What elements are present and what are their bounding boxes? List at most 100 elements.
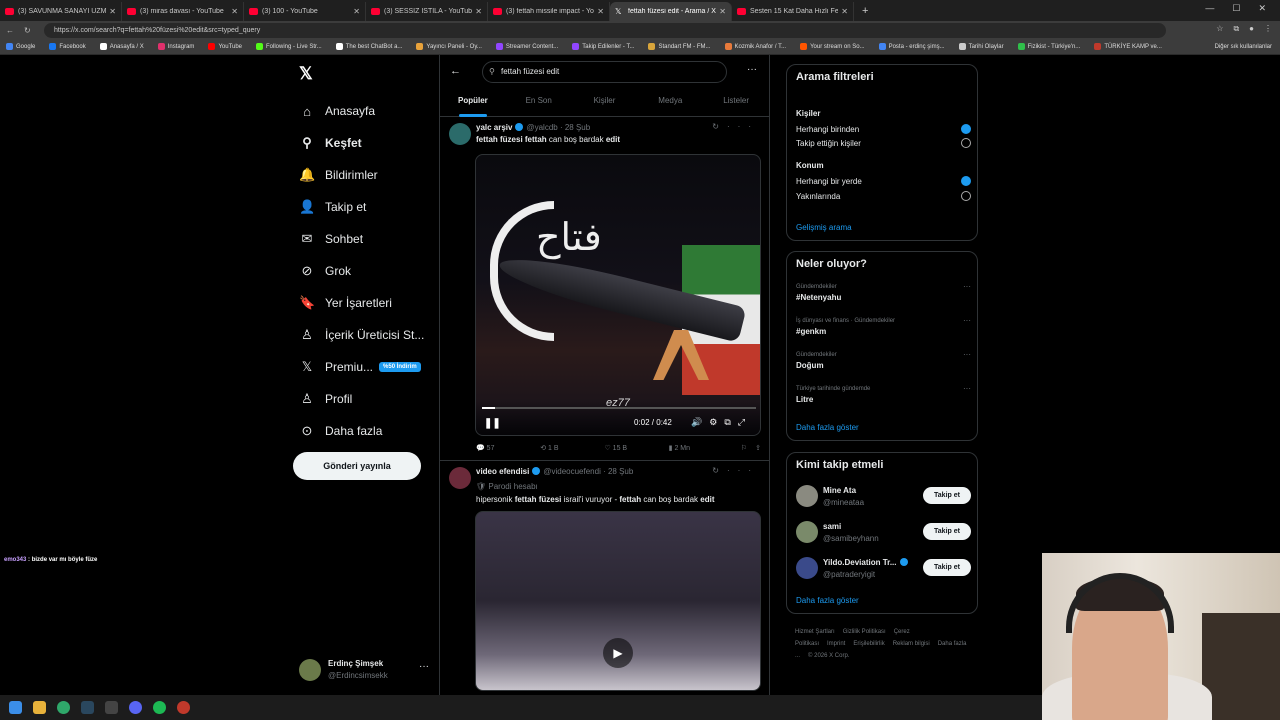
footer-link[interactable]: Hizmet Şartları (795, 629, 835, 635)
bookmark-item[interactable]: Following - Live Str... (256, 43, 322, 51)
radio-icon[interactable] (961, 191, 971, 201)
url-field[interactable]: https://x.com/search?q=fettah%20füzesi%2… (44, 23, 1166, 38)
footer-link[interactable]: Gizlilik Politikası (843, 629, 886, 635)
discord-icon[interactable] (129, 701, 142, 714)
other-bookmarks[interactable]: Diğer sık kullanılanlar (1215, 40, 1272, 54)
profile-avatar-icon[interactable]: ● (1249, 24, 1254, 34)
trend-item[interactable]: Gündemdekiler Doğum ··· (796, 350, 971, 370)
bookmark-item[interactable]: Anasayfa / X (99, 43, 144, 51)
filter-option[interactable]: Takip ettiğin kişiler (796, 138, 971, 148)
search-options-icon[interactable]: ··· (747, 64, 757, 75)
close-icon[interactable]: ✕ (719, 7, 726, 16)
close-icon[interactable]: ✕ (1258, 3, 1266, 14)
share-icon[interactable]: ⇪ (755, 444, 761, 452)
sidebar-item[interactable]: ⊘ Grok (299, 255, 439, 287)
account-switcher[interactable]: Erdinç Şimşek @Erdincsimsekk ··· (299, 657, 439, 685)
tweet-author[interactable]: yalc arşiv (476, 123, 512, 132)
bookmark-item[interactable]: Facebook (49, 43, 86, 51)
bookmark-item[interactable]: Fizikist - Türkiye'n... (1017, 43, 1080, 51)
back-icon[interactable]: ← (6, 26, 14, 35)
sidebar-item[interactable]: 🔔 Bildirimler (299, 159, 439, 191)
radio-icon[interactable] (961, 124, 971, 134)
reply-button[interactable]: 💬 57 (476, 444, 540, 452)
bookmark-item[interactable]: Takip Edilenler - T... (572, 43, 634, 51)
footer-link[interactable]: Imprint (827, 641, 845, 647)
bookmark-item[interactable]: Kozmik Anafor / T... (724, 43, 786, 51)
more-icon[interactable]: ··· (963, 350, 971, 359)
follow-suggestion[interactable]: sami @samibeyhann Takip et (796, 521, 971, 545)
search-tab[interactable]: Listeler (703, 89, 769, 116)
extensions-icon[interactable]: ⧉ (1233, 24, 1239, 34)
follow-button[interactable]: Takip et (923, 559, 971, 576)
back-arrow-icon[interactable]: ← (450, 65, 461, 77)
show-more-link[interactable]: Daha fazla göster (796, 423, 859, 432)
tweet-author[interactable]: video efendisi (476, 467, 529, 476)
file-explorer-icon[interactable] (33, 701, 46, 714)
sidebar-item[interactable]: 👤 Takip et (299, 191, 439, 223)
bookmark-item[interactable]: Streamer Content... (495, 43, 558, 51)
spotify-icon[interactable] (153, 701, 166, 714)
pause-icon[interactable]: ❚❚ (484, 418, 501, 429)
search-tab[interactable]: Kişiler (572, 89, 638, 116)
search-tab[interactable]: Medya (637, 89, 703, 116)
volume-icon[interactable]: 🔊 (691, 417, 709, 427)
footer-link[interactable]: Erişilebilirlik (853, 641, 884, 647)
settings-icon[interactable]: ⚙ (709, 417, 724, 427)
bookmark-item[interactable]: Instagram (157, 43, 194, 51)
sidebar-item[interactable]: ✉ Sohbet (299, 223, 439, 255)
maximize-icon[interactable]: ☐ (1232, 3, 1240, 14)
close-icon[interactable]: ✕ (109, 7, 116, 16)
grok-icon[interactable]: ↻ (712, 122, 727, 131)
radio-icon[interactable] (961, 138, 971, 148)
bookmark-item[interactable]: TÜRKİYE KAMP ve... (1094, 43, 1162, 51)
radio-icon[interactable] (961, 176, 971, 186)
video-player[interactable]: ▶ (475, 511, 761, 691)
show-more-link[interactable]: Daha fazla göster (796, 596, 859, 605)
search-tab[interactable]: Popüler (440, 89, 506, 117)
follow-suggestion[interactable]: Yildo.Deviation Tr... @patraderyigit Takip… (796, 557, 971, 581)
follow-button[interactable]: Takip et (923, 523, 971, 540)
steam-icon[interactable] (81, 701, 94, 714)
filter-option[interactable]: Yakınlarında (796, 191, 971, 201)
sidebar-item[interactable]: ♙ Profil (299, 383, 439, 415)
follow-button[interactable]: Takip et (923, 487, 971, 504)
windows-start-icon[interactable] (9, 701, 22, 714)
x-logo-icon[interactable]: 𝕏 (299, 64, 313, 84)
views-count[interactable]: ▮ 2 Mn (669, 444, 733, 452)
filter-option[interactable]: Herhangi birinden (796, 124, 971, 134)
footer-link[interactable]: Reklam bilgisi (893, 641, 930, 647)
bookmark-item[interactable]: Your stream on So... (800, 43, 865, 51)
filter-option[interactable]: Herhangi bir yerde (796, 176, 971, 186)
trend-item[interactable]: İş dünyası ve finans · Gündemdekiler #gen… (796, 316, 971, 336)
minimize-icon[interactable]: — (1205, 3, 1214, 14)
bookmark-icon[interactable]: ⚐ (741, 444, 747, 452)
app-icon[interactable] (177, 701, 190, 714)
video-player[interactable]: فتاح ez77 ❚❚ 0:02 / 0:42 🔊⚙⧉⤢ (475, 154, 761, 436)
browser-tab[interactable]: (3) fettah missile impact - YouTube✕ (488, 2, 610, 21)
close-icon[interactable]: ✕ (353, 7, 360, 16)
reload-icon[interactable]: ↻ (24, 26, 31, 35)
bookmark-item[interactable]: Yayıncı Paneli - Oy... (416, 43, 482, 51)
new-tab-button[interactable]: + (854, 2, 876, 21)
bookmark-item[interactable]: Tarihi Olaylar (958, 43, 1004, 51)
like-button[interactable]: ♡ 15 B (604, 444, 668, 452)
sidebar-item[interactable]: ⌂ Anasayfa (299, 95, 439, 127)
bookmark-item[interactable]: YouTube (208, 43, 242, 51)
browser-tab[interactable]: 𝕏fettah füzesi edit - Arama / X ✕ (610, 2, 732, 21)
browser-tab[interactable]: (3) SESSİZ İSTİLA - YouTube ✕ (366, 2, 488, 21)
more-icon[interactable]: ··· (727, 466, 759, 475)
search-tab[interactable]: En Son (506, 89, 572, 116)
grok-icon[interactable]: ↻ (712, 466, 727, 475)
play-icon[interactable]: ▶ (603, 638, 633, 668)
sidebar-item[interactable]: ♙ İçerik Üreticisi St... (299, 319, 439, 351)
more-icon[interactable]: ··· (963, 282, 971, 291)
progress-bar[interactable] (482, 407, 756, 409)
close-icon[interactable]: ✕ (597, 7, 604, 16)
more-icon[interactable]: ··· (963, 316, 971, 325)
advanced-search-link[interactable]: Gelişmiş arama (796, 223, 852, 232)
bookmark-item[interactable]: Standart FM - FM... (648, 43, 711, 51)
sidebar-item[interactable]: 🔖 Yer İşaretleri (299, 287, 439, 319)
more-icon[interactable]: ··· (963, 384, 971, 393)
browser-tab[interactable]: (3) SAVUNMA SANAYİ UZMANI, İl✕ (0, 2, 122, 21)
star-icon[interactable]: ☆ (1216, 24, 1223, 34)
